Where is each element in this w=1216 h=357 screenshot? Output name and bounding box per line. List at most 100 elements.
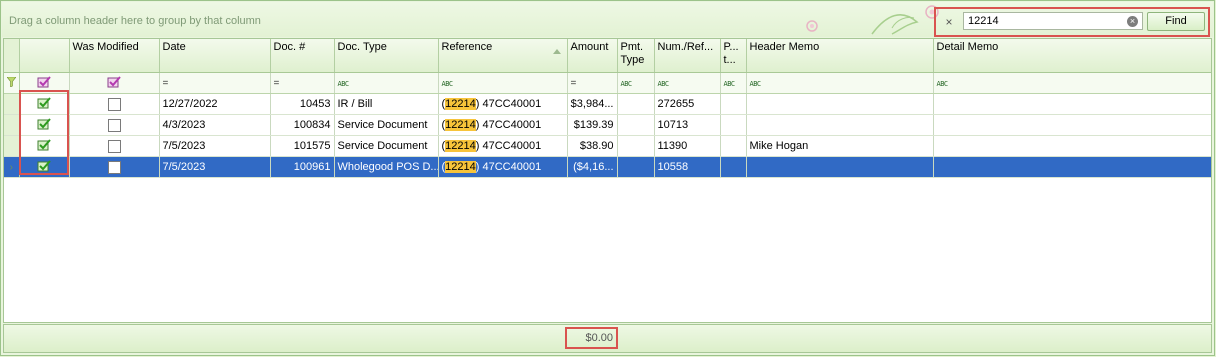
cell-doc-num[interactable]: 101575: [270, 135, 335, 157]
filter-pmt-type[interactable]: ABC: [617, 72, 655, 94]
filter-p-t[interactable]: ABC: [720, 72, 747, 94]
clear-search-icon[interactable]: ×: [1127, 16, 1138, 27]
cell-doc-type[interactable]: Service Document: [334, 114, 439, 136]
cell-reference[interactable]: (12214) 47CC40001: [438, 156, 568, 178]
equals-operator-icon: =: [273, 77, 280, 89]
filter-reference[interactable]: ABC: [438, 72, 568, 94]
data-grid[interactable]: Was Modified Date Doc. # Doc. Type Refer…: [3, 38, 1212, 323]
row-indicator[interactable]: ›: [4, 156, 20, 178]
cell-num-ref[interactable]: 10558: [654, 156, 721, 178]
cell-date[interactable]: 12/27/2022: [159, 93, 271, 115]
cell-header-memo[interactable]: [746, 156, 934, 178]
table-row[interactable]: › 7/5/2023 100961 Wholegood POS D... (12214)…: [4, 156, 1211, 178]
cell-date[interactable]: 4/3/2023: [159, 114, 271, 136]
column-header-date[interactable]: Date: [159, 39, 271, 73]
row-was-modified-checkbox[interactable]: [69, 156, 160, 178]
cell-num-ref[interactable]: 10713: [654, 114, 721, 136]
cell-detail-memo[interactable]: [933, 114, 1211, 136]
row-indicator[interactable]: [4, 114, 20, 136]
cell-header-memo[interactable]: [746, 114, 934, 136]
search-highlight: 12214: [445, 119, 476, 131]
table-row[interactable]: 7/5/2023 101575 Service Document (12214) 47…: [4, 135, 1211, 157]
cell-amount[interactable]: $38.90: [567, 135, 618, 157]
unchecked-checkbox-icon: [107, 160, 121, 174]
column-header-reference-label: Reference: [441, 41, 493, 53]
row-select-checkbox[interactable]: [19, 114, 70, 136]
reference-rest: ) 47CC40001: [475, 161, 542, 173]
search-highlight: 12214: [445, 140, 476, 152]
cell-detail-memo[interactable]: [933, 93, 1211, 115]
table-row[interactable]: 12/27/2022 10453 IR / Bill (12214) 47CC4000…: [4, 93, 1211, 115]
cell-reference[interactable]: (12214) 47CC40001: [438, 93, 568, 115]
row-select-checkbox[interactable]: [19, 135, 70, 157]
column-header-detail-memo[interactable]: Detail Memo: [933, 39, 1211, 73]
search-input[interactable]: [963, 12, 1143, 30]
cell-amount[interactable]: $139.39: [567, 114, 618, 136]
text-filter-icon: ABC: [337, 80, 350, 88]
column-header-amount[interactable]: Amount: [567, 39, 618, 73]
row-select-checkbox[interactable]: [19, 156, 70, 178]
row-select-checkbox[interactable]: [19, 93, 70, 115]
column-header-header-memo[interactable]: Header Memo: [746, 39, 934, 73]
cell-doc-type[interactable]: Wholegood POS D...: [334, 156, 439, 178]
checked-checkbox-icon: [37, 96, 51, 108]
cell-p-t[interactable]: [720, 156, 747, 178]
checked-checkbox-icon: [37, 138, 51, 150]
row-indicator[interactable]: [4, 135, 20, 157]
filter-detail-memo[interactable]: ABC: [933, 72, 1211, 94]
table-row[interactable]: 4/3/2023 100834 Service Document (12214) 47…: [4, 114, 1211, 136]
text-filter-icon: ABC: [936, 80, 949, 88]
decorative-flourish-icon: [806, 5, 939, 35]
cell-doc-num[interactable]: 100834: [270, 114, 335, 136]
cell-detail-memo[interactable]: [933, 156, 1211, 178]
cell-amount[interactable]: $3,984...: [567, 93, 618, 115]
filter-doc-type[interactable]: ABC: [334, 72, 439, 94]
cell-doc-type[interactable]: IR / Bill: [334, 93, 439, 115]
filter-header-memo[interactable]: ABC: [746, 72, 934, 94]
filter-date[interactable]: =: [159, 72, 271, 94]
filter-amount[interactable]: =: [567, 72, 618, 94]
filter-num-ref[interactable]: ABC: [654, 72, 721, 94]
cell-header-memo[interactable]: [746, 93, 934, 115]
group-by-panel[interactable]: Drag a column header here to group by th…: [2, 2, 1213, 37]
cell-p-t[interactable]: [720, 114, 747, 136]
cell-num-ref[interactable]: 272655: [654, 93, 721, 115]
column-header-was-modified[interactable]: Was Modified: [69, 39, 160, 73]
cell-p-t[interactable]: [720, 93, 747, 115]
filter-select[interactable]: [19, 72, 70, 94]
cell-pmt-type[interactable]: [617, 135, 655, 157]
cell-reference[interactable]: (12214) 47CC40001: [438, 114, 568, 136]
cell-doc-num[interactable]: 100961: [270, 156, 335, 178]
cell-pmt-type[interactable]: [617, 93, 655, 115]
column-header-doc-type[interactable]: Doc. Type: [334, 39, 439, 73]
cell-amount[interactable]: ($4,16...: [567, 156, 618, 178]
column-header-reference[interactable]: Reference: [438, 39, 568, 73]
row-was-modified-checkbox[interactable]: [69, 93, 160, 115]
close-find-panel-icon[interactable]: ×: [942, 15, 956, 29]
column-header-p-t[interactable]: P... t...: [720, 39, 747, 73]
row-was-modified-checkbox[interactable]: [69, 135, 160, 157]
row-indicator[interactable]: [4, 93, 20, 115]
find-button[interactable]: Find: [1147, 12, 1205, 31]
filter-was-modified[interactable]: [69, 72, 160, 94]
column-header-select[interactable]: [19, 39, 70, 73]
cell-reference[interactable]: (12214) 47CC40001: [438, 135, 568, 157]
cell-header-memo[interactable]: Mike Hogan: [746, 135, 934, 157]
column-header-pmt-type[interactable]: Pmt. Type: [617, 39, 655, 73]
cell-pmt-type[interactable]: [617, 114, 655, 136]
cell-pmt-type[interactable]: [617, 156, 655, 178]
column-header-doc-num[interactable]: Doc. #: [270, 39, 335, 73]
filter-doc-num[interactable]: =: [270, 72, 335, 94]
column-header-num-ref[interactable]: Num./Ref...: [654, 39, 721, 73]
cell-num-ref[interactable]: 11390: [654, 135, 721, 157]
cell-p-t[interactable]: [720, 135, 747, 157]
cell-date[interactable]: 7/5/2023: [159, 135, 271, 157]
cell-doc-type[interactable]: Service Document: [334, 135, 439, 157]
row-was-modified-checkbox[interactable]: [69, 114, 160, 136]
cell-date[interactable]: 7/5/2023: [159, 156, 271, 178]
column-header-row: Was Modified Date Doc. # Doc. Type Refer…: [4, 39, 1211, 73]
filter-row-indicator: [4, 72, 20, 94]
cell-detail-memo[interactable]: [933, 135, 1211, 157]
text-filter-icon: ABC: [749, 80, 762, 88]
cell-doc-num[interactable]: 10453: [270, 93, 335, 115]
